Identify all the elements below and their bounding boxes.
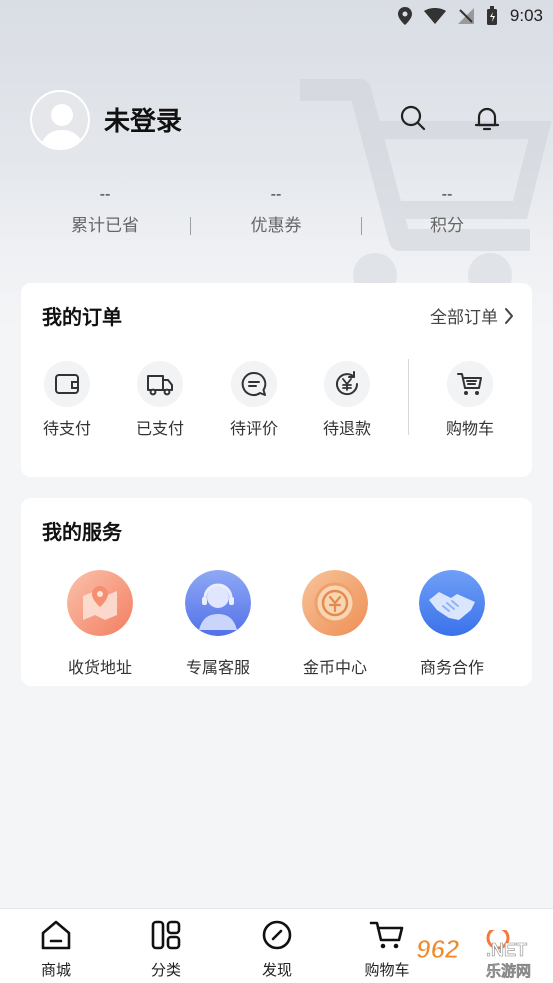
wallet-icon bbox=[55, 374, 79, 394]
svg-text:.NET: .NET bbox=[486, 940, 527, 960]
order-label: 购物车 bbox=[445, 419, 494, 438]
wifi-icon bbox=[423, 8, 446, 24]
compass-icon bbox=[262, 920, 292, 950]
handshake-icon bbox=[419, 570, 485, 636]
category-icon bbox=[151, 920, 181, 950]
truck-icon bbox=[147, 375, 173, 396]
tab-label: 发现 bbox=[261, 961, 292, 979]
orders-title: 我的订单 bbox=[42, 305, 122, 329]
bell-icon[interactable] bbox=[473, 104, 501, 132]
svg-text:乐游网: 乐游网 bbox=[486, 962, 531, 980]
stat-saved[interactable]: -- 累计已省 bbox=[25, 185, 185, 236]
stat-divider bbox=[190, 217, 191, 235]
service-customer-service[interactable]: 专属客服 bbox=[163, 570, 273, 678]
customer-service-icon bbox=[185, 570, 251, 636]
stat-label: 积分 bbox=[430, 216, 464, 236]
stats-row: -- 累计已省 -- 优惠券 -- 积分 bbox=[0, 185, 553, 245]
order-divider bbox=[408, 359, 409, 435]
order-label: 待支付 bbox=[42, 419, 91, 438]
service-label: 金币中心 bbox=[302, 658, 367, 677]
location-icon bbox=[397, 7, 412, 25]
all-orders-label: 全部订单 bbox=[430, 308, 498, 328]
status-time: 9:03 bbox=[509, 6, 543, 25]
stat-value: -- bbox=[270, 185, 282, 203]
tab-discover[interactable]: 发现 bbox=[237, 919, 317, 980]
cart-icon bbox=[457, 373, 482, 395]
order-cart[interactable]: 购物车 bbox=[425, 361, 515, 439]
stat-label: 累计已省 bbox=[71, 216, 139, 236]
service-label: 商务合作 bbox=[419, 658, 484, 677]
status-bar: 9:03 bbox=[0, 0, 553, 32]
search-icon[interactable] bbox=[399, 104, 427, 132]
services-card: 我的服务 收货地址 专属客服 金币中心 商务合作 bbox=[21, 498, 532, 686]
stat-coupons[interactable]: -- 优惠券 bbox=[196, 185, 356, 236]
tab-category[interactable]: 分类 bbox=[126, 919, 206, 980]
stat-value: -- bbox=[99, 185, 111, 203]
order-label: 待评价 bbox=[229, 419, 278, 438]
avatar[interactable] bbox=[30, 90, 90, 150]
tab-label: 商城 bbox=[40, 961, 71, 979]
stat-label: 优惠券 bbox=[250, 216, 302, 236]
address-icon bbox=[67, 570, 133, 636]
comment-icon bbox=[241, 371, 267, 396]
services-title: 我的服务 bbox=[42, 520, 122, 544]
service-coin-center[interactable]: 金币中心 bbox=[280, 570, 390, 678]
svg-text:962: 962 bbox=[416, 934, 460, 964]
service-label: 收货地址 bbox=[67, 658, 132, 677]
tab-mall[interactable]: 商城 bbox=[16, 919, 96, 980]
service-label: 专属客服 bbox=[185, 658, 250, 677]
cart-icon bbox=[369, 921, 404, 949]
header-background bbox=[0, 0, 553, 330]
chevron-right-icon bbox=[505, 307, 513, 324]
order-paid[interactable]: 已支付 bbox=[115, 361, 205, 439]
home-icon bbox=[41, 920, 71, 950]
coin-icon bbox=[302, 570, 368, 636]
all-orders-link[interactable]: 全部订单 bbox=[430, 303, 514, 328]
username[interactable]: 未登录 bbox=[104, 101, 182, 138]
stat-value: -- bbox=[441, 185, 453, 203]
order-pending-payment[interactable]: 待支付 bbox=[22, 361, 112, 439]
order-label: 已支付 bbox=[135, 419, 184, 438]
stat-divider bbox=[361, 217, 362, 235]
tab-label: 分类 bbox=[150, 961, 181, 979]
service-business[interactable]: 商务合作 bbox=[397, 570, 507, 678]
site-watermark-logo: 962 .NET 乐游网 bbox=[416, 930, 531, 980]
order-to-review[interactable]: 待评价 bbox=[209, 361, 299, 439]
signal-icon bbox=[457, 8, 474, 24]
orders-card: 我的订单 全部订单 待支付 已支付 待评价 待退款 购物车 bbox=[21, 283, 532, 477]
order-label: 待退款 bbox=[322, 419, 371, 438]
service-address[interactable]: 收货地址 bbox=[45, 570, 155, 678]
refund-icon bbox=[336, 371, 359, 396]
order-refund[interactable]: 待退款 bbox=[302, 361, 392, 439]
stat-points[interactable]: -- 积分 bbox=[367, 185, 527, 236]
battery-icon bbox=[486, 6, 497, 25]
